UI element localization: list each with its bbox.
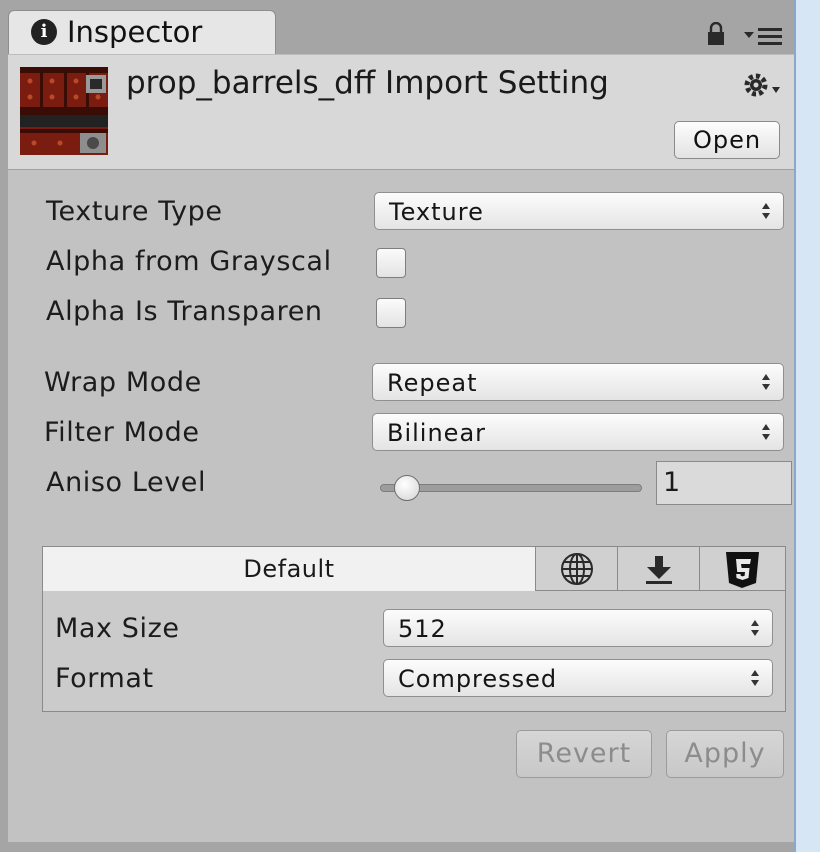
gear-icon[interactable]	[742, 69, 782, 101]
texture-thumbnail	[20, 67, 108, 155]
format-dropdown[interactable]: Compressed	[383, 659, 773, 697]
max-size-value: 512	[398, 615, 447, 643]
wrap-mode-dropdown[interactable]: Repeat	[372, 363, 784, 401]
tab-inspector[interactable]: i Inspector	[8, 10, 276, 54]
tab-strip: i Inspector	[0, 0, 794, 54]
tab-title: Inspector	[67, 15, 203, 49]
tab-webgl-platform[interactable]	[700, 547, 785, 591]
updown-arrow-icon	[751, 620, 759, 636]
asset-title: prop_barrels_dff Import Setting	[126, 65, 609, 101]
asset-header: prop_barrels_dff Import Setting Open	[8, 54, 794, 170]
window-edge	[794, 0, 820, 852]
alpha-grayscale-checkbox[interactable]	[376, 248, 406, 278]
platform-content: Max Size 512 Format Compressed	[43, 591, 785, 711]
aniso-level-field[interactable]: 1	[656, 461, 792, 505]
filter-mode-value: Bilinear	[387, 419, 487, 447]
lock-icon[interactable]	[706, 22, 726, 46]
filter-mode-dropdown[interactable]: Bilinear	[372, 413, 784, 451]
texture-type-label: Texture Type	[46, 196, 223, 227]
updown-arrow-icon	[762, 203, 770, 219]
tab-web-platform[interactable]	[536, 547, 618, 591]
max-size-dropdown[interactable]: 512	[383, 609, 773, 647]
context-menu-icon[interactable]	[744, 26, 784, 46]
alpha-transparent-label: Alpha Is Transparen	[46, 296, 323, 327]
texture-type-dropdown[interactable]: Texture	[374, 192, 784, 230]
tab-default-platform[interactable]: Default	[43, 547, 536, 591]
info-icon: i	[31, 19, 57, 45]
texture-type-value: Texture	[389, 198, 484, 226]
revert-button[interactable]: Revert	[516, 730, 652, 778]
inspector-window: i Inspector prop_barrels_dff Import Sett…	[0, 0, 820, 852]
updown-arrow-icon	[762, 424, 770, 440]
aniso-level-label: Aniso Level	[46, 467, 207, 498]
apply-button[interactable]: Apply	[666, 730, 784, 778]
alpha-grayscale-label: Alpha from Grayscal	[46, 246, 332, 277]
wrap-mode-value: Repeat	[387, 369, 478, 397]
alpha-transparent-checkbox[interactable]	[376, 298, 406, 328]
updown-arrow-icon	[751, 670, 759, 686]
wrap-mode-label: Wrap Mode	[44, 367, 202, 398]
aniso-slider-track[interactable]	[380, 475, 642, 501]
tab-standalone-platform[interactable]	[618, 547, 700, 591]
globe-icon	[561, 553, 593, 585]
aniso-slider-thumb[interactable]	[394, 475, 420, 501]
platform-settings: Default Max Size 512 Format Compressed	[42, 546, 786, 712]
html5-icon	[726, 552, 759, 588]
updown-arrow-icon	[762, 374, 770, 390]
format-label: Format	[55, 663, 154, 694]
download-icon	[646, 556, 672, 584]
filter-mode-label: Filter Mode	[44, 417, 200, 448]
open-button[interactable]: Open	[674, 121, 780, 159]
max-size-label: Max Size	[55, 613, 180, 644]
format-value: Compressed	[398, 665, 558, 693]
